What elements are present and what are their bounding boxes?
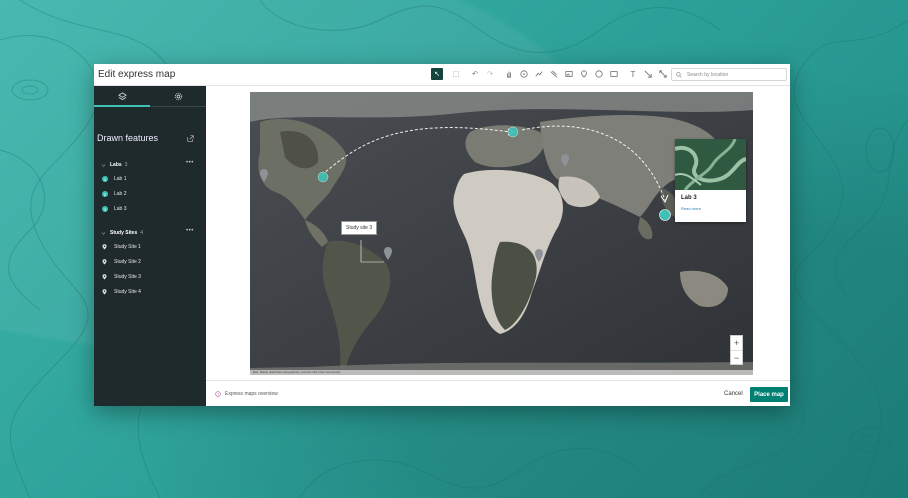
map-pin-icon <box>102 274 107 280</box>
pan-hand-icon[interactable] <box>503 68 515 80</box>
highlighter-icon[interactable] <box>548 68 560 80</box>
list-item-study-site-1[interactable]: Study Site 1 <box>102 244 141 250</box>
express-maps-overview-link[interactable]: ? Express maps overview <box>215 391 278 397</box>
measure-tool-icon[interactable] <box>657 68 669 80</box>
search-icon <box>676 71 682 78</box>
study-site-3-callout[interactable]: Study site 3 <box>341 221 378 235</box>
popup-title: Lab 3 <box>681 195 697 201</box>
group-count: 4 <box>140 230 144 236</box>
group-label: Study Sites <box>110 230 138 236</box>
sidebar-panel: Drawn features Labs 3 ••• 1 Lab 1 2 Lab … <box>94 86 206 406</box>
satellite-map[interactable]: Study site 3 Lab 3 Read more + − Esri, M… <box>250 92 753 375</box>
zoom-in-button[interactable]: + <box>731 336 742 350</box>
layers-icon <box>117 92 127 101</box>
map-pin-icon <box>102 259 107 265</box>
express-map-dialog: Edit express map ↖ ⬚ ↶ ↷ T Search by loc… <box>94 64 790 406</box>
popup-image <box>675 139 746 190</box>
dialog-title: Edit express map <box>98 69 176 80</box>
numbered-marker-icon: 3 <box>102 206 108 212</box>
list-item-label: Lab 1 <box>114 176 127 182</box>
list-item-label: Study Site 4 <box>114 289 141 295</box>
list-item-study-site-2[interactable]: Study Site 2 <box>102 259 141 265</box>
select-tool-icon[interactable]: ↖ <box>431 68 443 80</box>
arrow-tool-icon[interactable] <box>642 68 654 80</box>
list-item-label: Study Site 3 <box>114 274 141 280</box>
numbered-marker-icon: 1 <box>102 176 108 182</box>
more-options-icon[interactable]: ••• <box>186 160 194 166</box>
search-input[interactable]: Search by location <box>687 72 728 78</box>
marker-pin-icon[interactable] <box>578 68 590 80</box>
image-tool-icon[interactable] <box>563 68 575 80</box>
numbered-point-icon[interactable] <box>518 68 530 80</box>
group-header-labs[interactable]: Labs 3 <box>101 162 127 168</box>
list-item-label: Lab 2 <box>114 191 127 197</box>
read-more-link[interactable]: Read more <box>675 201 746 211</box>
map-attribution: Esri, Maxar, Earthstar Geographics, and … <box>250 370 753 375</box>
tab-layers[interactable] <box>94 86 150 107</box>
line-tool-icon[interactable] <box>533 68 545 80</box>
dialog-titlebar: Edit express map ↖ ⬚ ↶ ↷ T Search by loc… <box>94 64 790 86</box>
rectangle-tool-icon[interactable] <box>608 68 620 80</box>
list-item-label: Study Site 1 <box>114 244 141 250</box>
location-search-box[interactable]: Search by location <box>671 68 787 81</box>
list-item-lab-1[interactable]: 1 Lab 1 <box>102 176 127 182</box>
place-map-button[interactable]: Place map <box>750 387 788 402</box>
more-options-icon[interactable]: ••• <box>186 228 194 234</box>
redo-icon[interactable]: ↷ <box>484 68 496 80</box>
tab-settings[interactable] <box>150 86 206 107</box>
map-canvas-area: Study site 3 Lab 3 Read more + − Esri, M… <box>206 86 790 380</box>
map-pin-icon <box>102 244 107 250</box>
list-item-lab-2[interactable]: 2 Lab 2 <box>102 191 127 197</box>
svg-text:?: ? <box>217 392 219 396</box>
cancel-button[interactable]: Cancel <box>724 391 743 397</box>
undo-icon[interactable]: ↶ <box>469 68 481 80</box>
text-tool-icon[interactable]: T <box>627 68 639 80</box>
group-label: Labs <box>110 162 122 168</box>
dialog-footer: ? Express maps overview Cancel Place map <box>206 380 790 406</box>
zoom-control: + − <box>730 335 743 365</box>
numbered-marker-icon: 2 <box>102 191 108 197</box>
drawn-features-heading: Drawn features <box>97 133 159 143</box>
list-item-study-site-4[interactable]: Study Site 4 <box>102 289 141 295</box>
multi-select-tool-icon[interactable]: ⬚ <box>450 68 462 80</box>
group-header-study-sites[interactable]: Study Sites 4 <box>101 230 143 236</box>
list-item-label: Lab 3 <box>114 206 127 212</box>
zoom-out-button[interactable]: − <box>731 350 742 364</box>
circle-tool-icon[interactable] <box>593 68 605 80</box>
settings-icon <box>174 92 182 101</box>
list-item-lab-3[interactable]: 3 Lab 3 <box>102 206 127 212</box>
world-imagery <box>250 92 753 375</box>
help-icon: ? <box>215 391 221 397</box>
chevron-down-icon <box>101 163 106 167</box>
chevron-down-icon <box>101 231 106 235</box>
export-icon[interactable] <box>187 135 194 142</box>
list-item-label: Study Site 2 <box>114 259 141 265</box>
lab-3-popup[interactable]: Lab 3 Read more <box>675 139 746 222</box>
help-link-label: Express maps overview <box>225 391 278 397</box>
sidebar-tabs <box>94 86 206 107</box>
group-count: 3 <box>124 162 128 168</box>
list-item-study-site-3[interactable]: Study Site 3 <box>102 274 141 280</box>
map-pin-icon <box>102 289 107 295</box>
drawing-toolbar: ↖ ⬚ ↶ ↷ T <box>431 68 672 82</box>
